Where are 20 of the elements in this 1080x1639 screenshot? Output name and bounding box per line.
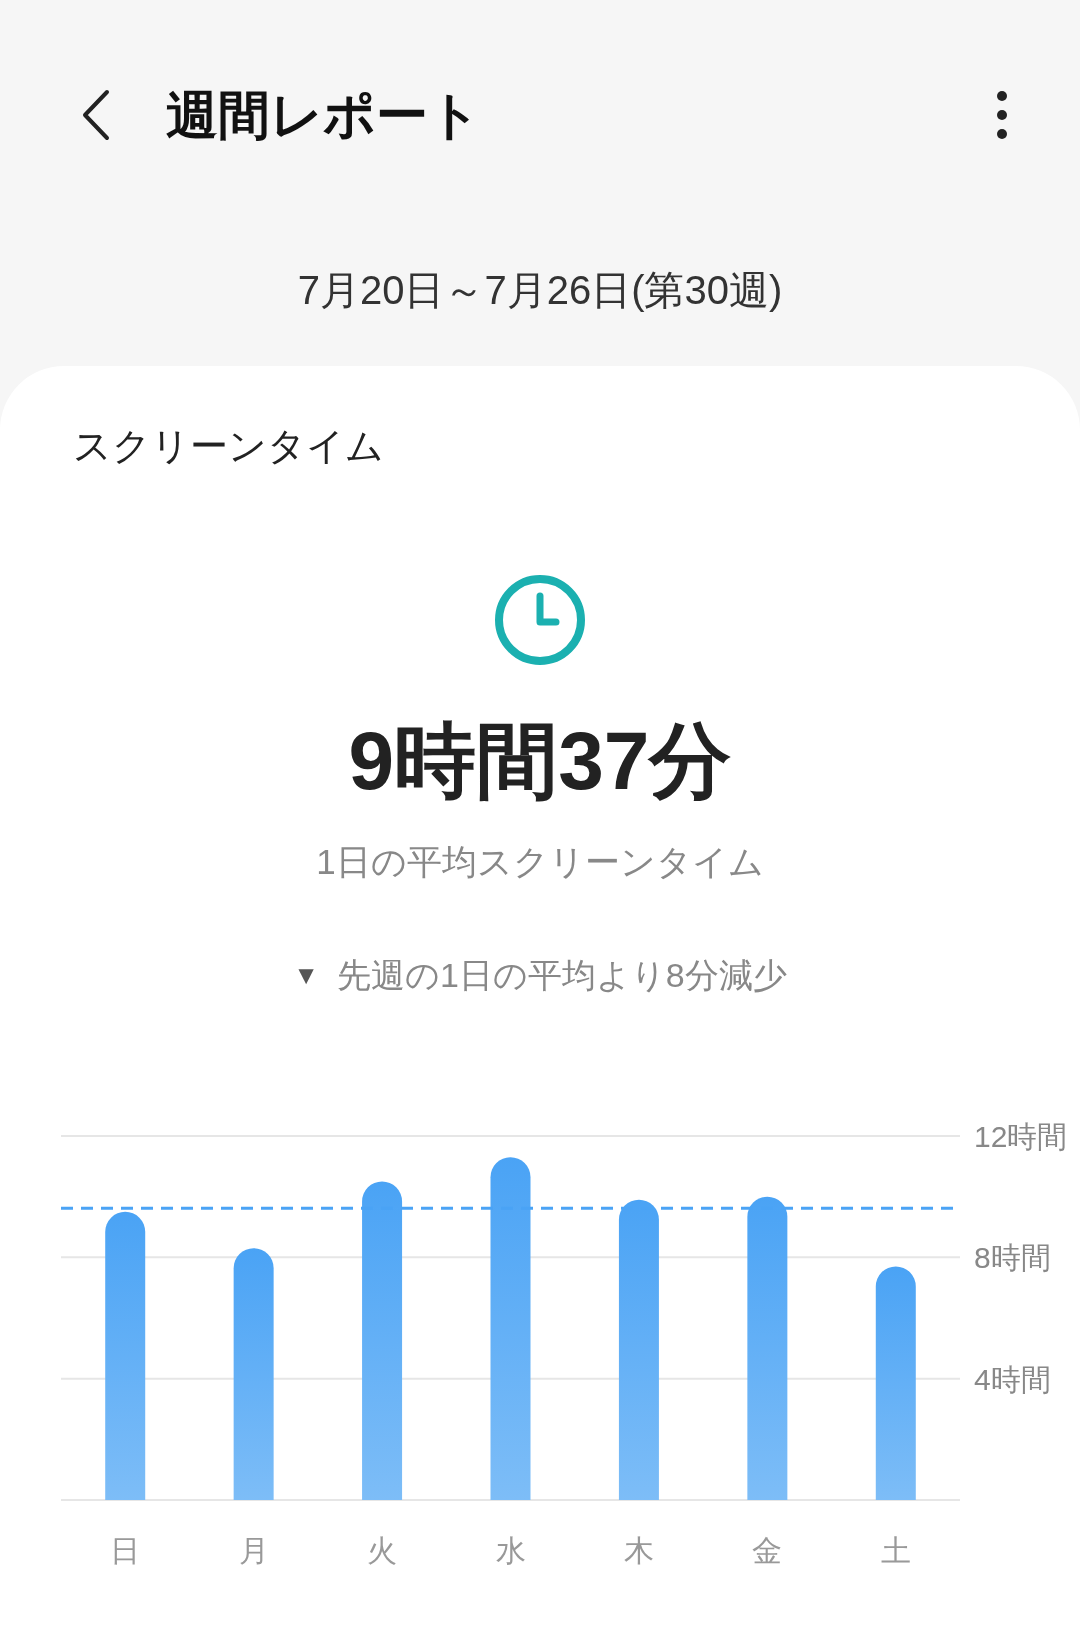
x-axis-label: 土 (880, 1534, 911, 1567)
x-axis-label: 金 (752, 1534, 783, 1567)
x-axis-label: 月 (238, 1534, 269, 1567)
down-triangle-icon: ▼ (293, 953, 319, 997)
date-range: 7月20日～7月26日(第30週) (297, 267, 783, 314)
comparison-text: 先週の1日の平均より8分減少 (336, 955, 787, 996)
clock-icon (494, 574, 586, 666)
y-axis-label: 4時間 (974, 1362, 1051, 1396)
x-axis-label: 日 (110, 1534, 141, 1567)
x-axis-label: 水 (495, 1534, 526, 1567)
average-caption: 1日の平均スクリーンタイム (316, 841, 764, 883)
average-screen-time: 9時間37分 (348, 716, 732, 806)
more-icon (997, 91, 1007, 139)
back-icon (81, 89, 111, 141)
y-axis-label: 8時間 (974, 1241, 1051, 1275)
x-axis-label: 木 (623, 1534, 654, 1567)
page-title: 週間レポート (166, 85, 481, 146)
x-axis-label: 火 (367, 1534, 398, 1567)
card-title: スクリーンタイム (73, 424, 384, 466)
y-axis-label: 12時間 (974, 1120, 1068, 1153)
